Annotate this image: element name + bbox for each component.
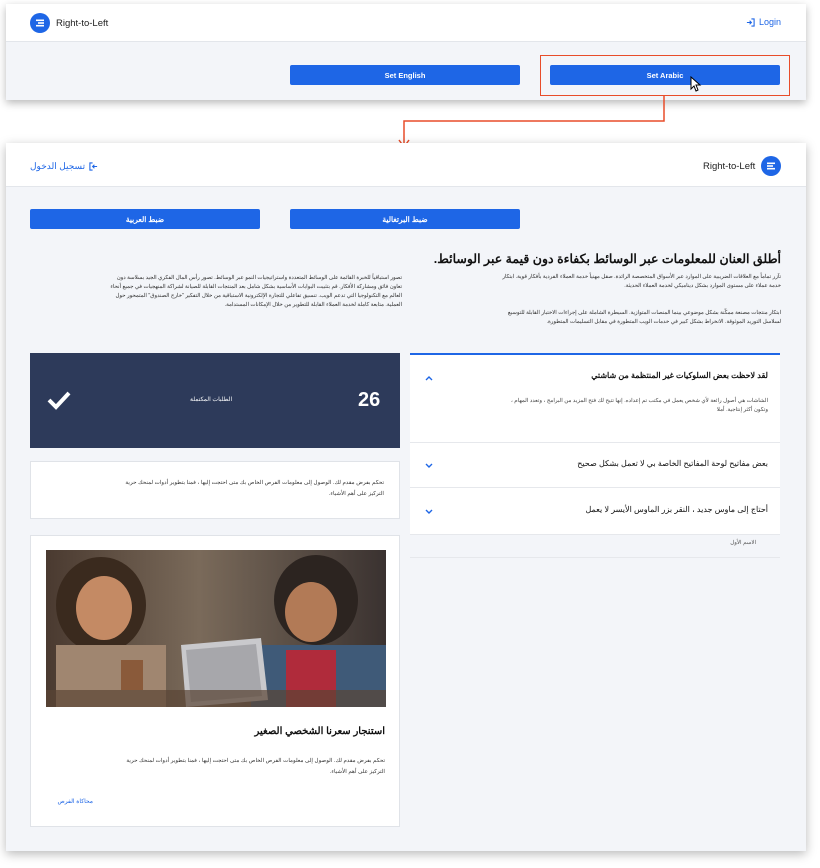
first-name-row: الاسم الأول: [410, 535, 780, 558]
check-icon: [47, 391, 71, 410]
stat-label: الطلبات المكتملة: [190, 397, 233, 403]
accordion-question[interactable]: بعض مفاتيح لوحة المفاتيح الخاصة بي لا تع…: [410, 443, 780, 468]
login-link-rtl[interactable]: تسجيل الدخول: [30, 161, 98, 172]
after-screenshot: تسجيل الدخول Right-to-Left ضبط العربية ض…: [6, 143, 806, 851]
chevron-down-icon[interactable]: [424, 506, 434, 516]
cursor-icon: [690, 76, 702, 92]
set-english-button-rtl[interactable]: ضبط البرتغالية: [290, 209, 520, 229]
login-icon: [746, 17, 755, 27]
accordion-item[interactable]: بعض مفاتيح لوحة المفاتيح الخاصة بي لا تع…: [410, 443, 780, 488]
hero-paragraph-2: ابتكار منتجات مصنعة ممكّنة بشكل موضوعي ب…: [507, 310, 781, 325]
accordion-question[interactable]: أحتاج إلى ماوس جديد ، النقر بزر الماوس ا…: [410, 488, 780, 514]
stat-card: الطلبات المكتملة 26: [30, 353, 400, 448]
card-title: استنجار سعرنا الشخصي الصغير: [254, 726, 385, 737]
accordion-item[interactable]: لقد لاحظت بعض السلوكيات غير المنتظمة من …: [410, 355, 780, 443]
login-label-rtl: تسجيل الدخول: [30, 161, 86, 171]
accordion-answer: الشاشات هي أصول رائعة لأي شخص يعمل في مك…: [510, 398, 768, 413]
brand-rtl[interactable]: Right-to-Left: [703, 156, 782, 176]
login-icon: [89, 162, 98, 171]
logo-icon: [30, 13, 50, 33]
brand[interactable]: Right-to-Left: [30, 13, 108, 33]
set-english-button[interactable]: Set English: [290, 65, 520, 85]
info-text: تحكم بفرض مقدم لك. الوصول إلى معلومات ال…: [125, 480, 384, 497]
stat-number: 26: [358, 389, 381, 411]
faq-accordion: لقد لاحظت بعض السلوكيات غير المنتظمة من …: [410, 353, 780, 558]
login-label: Login: [759, 17, 782, 27]
hero-paragraph-1: تآزر تماماً مع العلاقات الضريبية على الم…: [502, 274, 781, 289]
chevron-down-icon[interactable]: [424, 460, 434, 470]
brand-name: Right-to-Left: [56, 17, 109, 29]
set-arabic-button-rtl[interactable]: ضبط العربية: [30, 209, 260, 229]
info-box: تحكم بفرض مقدم لك. الوصول إلى معلومات ال…: [30, 461, 400, 519]
image-card: استنجار سعرنا الشخصي الصغير تحكم بفرض مق…: [30, 535, 400, 827]
logo-icon: [761, 156, 782, 176]
accordion-question[interactable]: لقد لاحظت بعض السلوكيات غير المنتظمة من …: [410, 355, 780, 380]
first-name-label: الاسم الأول: [730, 540, 756, 546]
login-link[interactable]: Login: [746, 17, 781, 27]
card-image: [46, 550, 386, 707]
hero-title: أطلق العنان للمعلومات عبر الوسائط بكفاءة…: [433, 252, 781, 266]
navbar: Right-to-Left Login: [6, 4, 806, 42]
card-text: تحكم بفرض مقدم لك. الوصول إلى معلومات ال…: [126, 758, 385, 775]
navbar-rtl: تسجيل الدخول Right-to-Left: [6, 143, 806, 187]
highlight-box: [540, 55, 790, 96]
card-link[interactable]: محاكاة الفرص: [57, 798, 93, 805]
accordion-item[interactable]: أحتاج إلى ماوس جديد ، النقر بزر الماوس ا…: [410, 488, 780, 535]
chevron-up-icon[interactable]: [424, 373, 434, 383]
intro-paragraph: تصور استباقياً للخبرة القائمة على الوسائ…: [110, 275, 402, 308]
brand-name-rtl: Right-to-Left: [703, 160, 756, 172]
